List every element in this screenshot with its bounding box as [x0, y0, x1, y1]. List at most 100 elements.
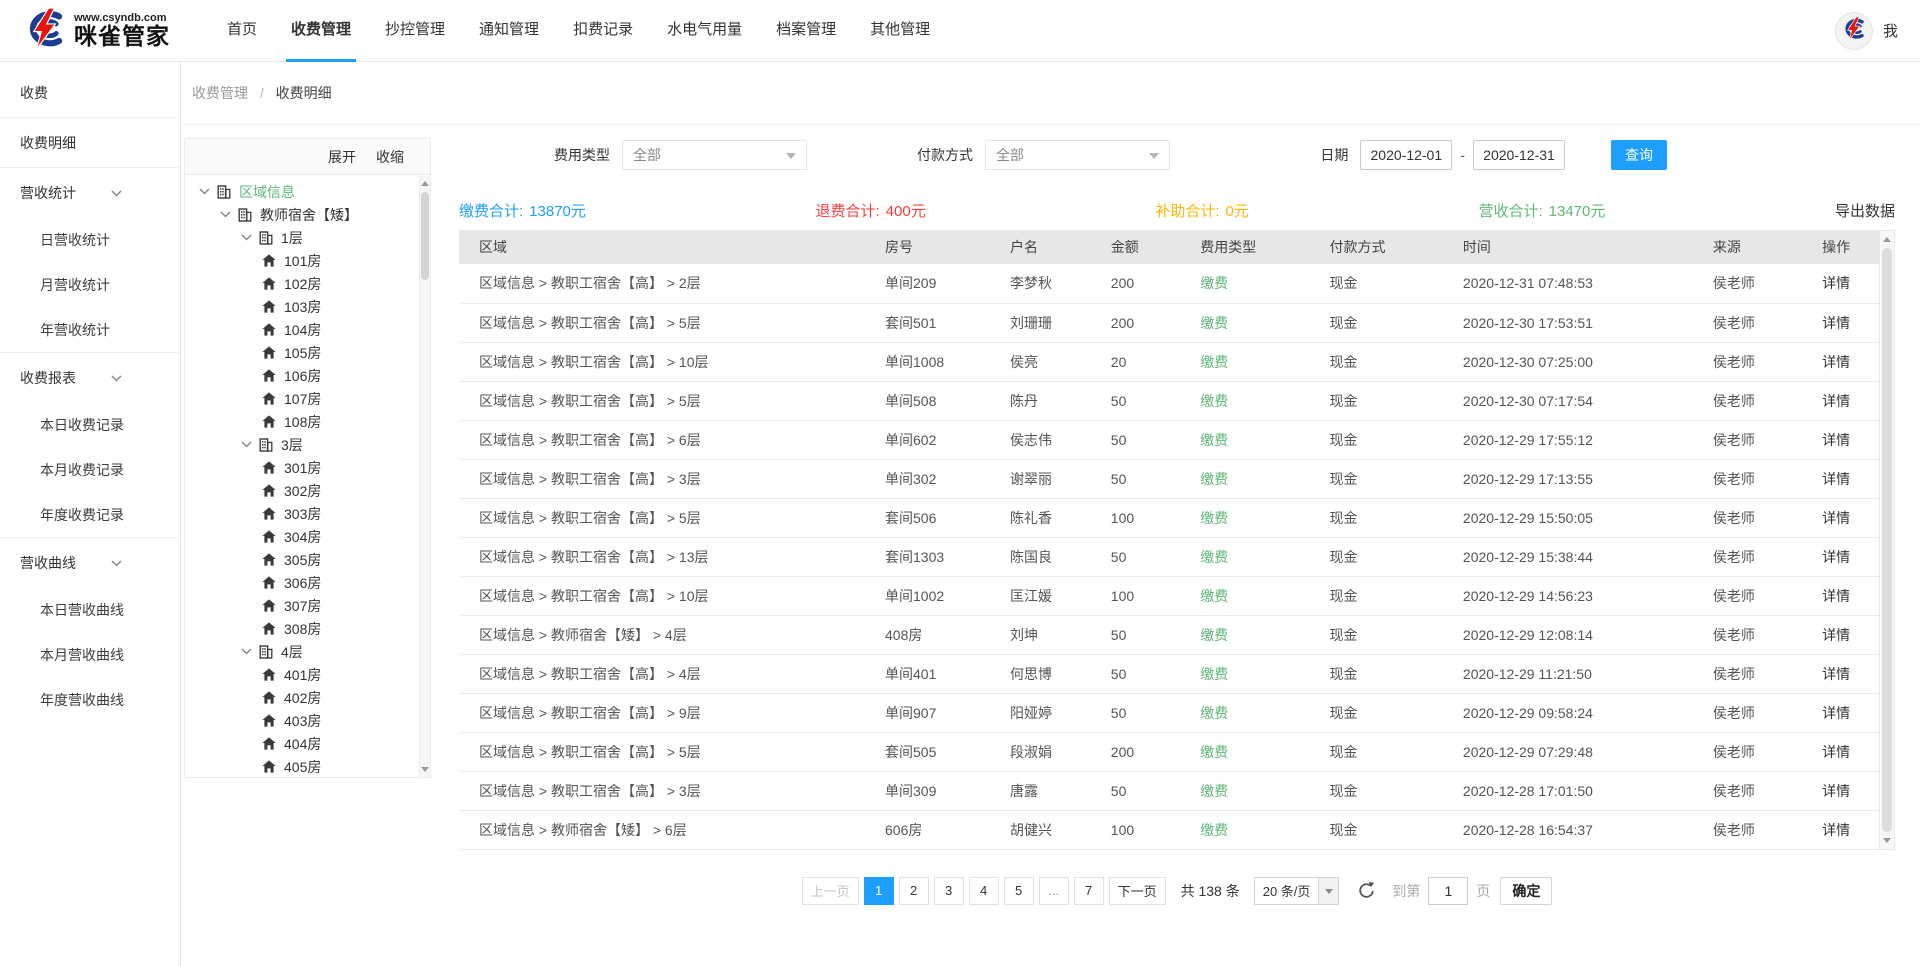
- page-button-4[interactable]: 4: [969, 877, 999, 905]
- refresh-icon[interactable]: [1357, 881, 1376, 900]
- sidebar-item-7[interactable]: 本日收费记录: [0, 403, 180, 448]
- sidebar-item-1[interactable]: 收费明细: [0, 118, 180, 168]
- tree-scrollbar[interactable]: [419, 176, 430, 777]
- tree-scroll-down-icon[interactable]: [420, 763, 430, 776]
- pay-type-select[interactable]: 全部: [985, 140, 1170, 170]
- nav-item-3[interactable]: 抄控管理: [368, 0, 462, 62]
- tree-node-403房[interactable]: 403房: [185, 709, 430, 732]
- tree-node-402房[interactable]: 402房: [185, 686, 430, 709]
- row-detail-link[interactable]: 详情: [1822, 771, 1879, 810]
- sidebar-item-9[interactable]: 年度收费记录: [0, 493, 180, 538]
- tree-node-307房[interactable]: 307房: [185, 594, 430, 617]
- tree-expand-arrow-icon[interactable]: [241, 441, 252, 448]
- table-scroll-thumb[interactable]: [1882, 248, 1892, 832]
- sidebar-item-13[interactable]: 年度营收曲线: [0, 678, 180, 723]
- nav-item-2[interactable]: 收费管理: [274, 0, 368, 62]
- tree-node-304房[interactable]: 304房: [185, 525, 430, 548]
- row-detail-link[interactable]: 详情: [1822, 732, 1879, 771]
- tree-expand-arrow-icon[interactable]: [220, 211, 231, 218]
- breadcrumb-parent[interactable]: 收费管理: [192, 85, 248, 101]
- table-scroll-down-icon[interactable]: [1880, 833, 1894, 848]
- tree-expand-arrow-icon[interactable]: [241, 648, 252, 655]
- tree-node-404房[interactable]: 404房: [185, 732, 430, 755]
- row-detail-link[interactable]: 详情: [1822, 693, 1879, 732]
- date-start-input[interactable]: [1360, 140, 1452, 170]
- user-menu[interactable]: 我: [1883, 20, 1898, 41]
- goto-page-input[interactable]: [1428, 877, 1468, 905]
- row-detail-link[interactable]: 详情: [1822, 381, 1879, 420]
- nav-item-7[interactable]: 档案管理: [759, 0, 853, 62]
- date-end-input[interactable]: [1473, 140, 1565, 170]
- tree-expand-button[interactable]: 展开: [328, 147, 356, 167]
- tree-collapse-button[interactable]: 收缩: [376, 147, 404, 167]
- search-button[interactable]: 查询: [1611, 140, 1667, 170]
- page-button-5[interactable]: 5: [1004, 877, 1034, 905]
- row-detail-link[interactable]: 详情: [1822, 342, 1879, 381]
- tree-node-3层[interactable]: 3层: [185, 433, 430, 456]
- page-button-...[interactable]: ...: [1039, 877, 1069, 905]
- nav-item-6[interactable]: 水电气用量: [650, 0, 759, 62]
- fee-type-select[interactable]: 全部: [622, 140, 807, 170]
- tree-node-108房[interactable]: 108房: [185, 410, 430, 433]
- row-detail-link[interactable]: 详情: [1822, 459, 1879, 498]
- tree-node-教师宿舍【矮】[interactable]: 教师宿舍【矮】: [185, 203, 430, 226]
- row-detail-link[interactable]: 详情: [1822, 654, 1879, 693]
- sidebar-group-2[interactable]: 营收统计: [0, 168, 180, 218]
- row-detail-link[interactable]: 详情: [1822, 810, 1879, 849]
- row-detail-link[interactable]: 详情: [1822, 537, 1879, 576]
- sidebar-item-3[interactable]: 日营收统计: [0, 218, 180, 263]
- nav-item-1[interactable]: 首页: [210, 0, 274, 62]
- tree-node-104房[interactable]: 104房: [185, 318, 430, 341]
- tree-node-4层[interactable]: 4层: [185, 640, 430, 663]
- user-avatar[interactable]: [1835, 12, 1873, 50]
- nav-item-5[interactable]: 扣费记录: [556, 0, 650, 62]
- tree-node-305房[interactable]: 305房: [185, 548, 430, 571]
- page-button-2[interactable]: 2: [899, 877, 929, 905]
- tree-node-102房[interactable]: 102房: [185, 272, 430, 295]
- sidebar-item-4[interactable]: 月营收统计: [0, 263, 180, 308]
- row-detail-link[interactable]: 详情: [1822, 576, 1879, 615]
- sidebar-group-6[interactable]: 收费报表: [0, 353, 180, 403]
- page-button-3[interactable]: 3: [934, 877, 964, 905]
- table-scrollbar[interactable]: [1879, 230, 1895, 850]
- tree-scroll-thumb[interactable]: [421, 192, 429, 280]
- tree-node-308房[interactable]: 308房: [185, 617, 430, 640]
- tree-scroll-up-icon[interactable]: [420, 177, 430, 190]
- table-scroll-up-icon[interactable]: [1880, 232, 1894, 247]
- row-detail-link[interactable]: 详情: [1822, 420, 1879, 459]
- tree-node-106房[interactable]: 106房: [185, 364, 430, 387]
- app-logo[interactable]: www.csyndb.com 咪雀管家: [22, 8, 170, 52]
- sidebar-group-10[interactable]: 营收曲线: [0, 538, 180, 588]
- prev-page-button[interactable]: 上一页: [802, 877, 859, 905]
- tree-node-306房[interactable]: 306房: [185, 571, 430, 594]
- tree-node-103房[interactable]: 103房: [185, 295, 430, 318]
- page-size-select[interactable]: 20 条/页: [1254, 877, 1340, 905]
- tree-node-105房[interactable]: 105房: [185, 341, 430, 364]
- tree-expand-arrow-icon[interactable]: [199, 188, 210, 195]
- tree-node-1层[interactable]: 1层: [185, 226, 430, 249]
- tree-node-405房[interactable]: 405房: [185, 755, 430, 777]
- row-detail-link[interactable]: 详情: [1822, 264, 1879, 303]
- sidebar-item-8[interactable]: 本月收费记录: [0, 448, 180, 493]
- tree-node-区域信息[interactable]: 区域信息: [185, 180, 430, 203]
- sidebar-item-11[interactable]: 本日营收曲线: [0, 588, 180, 633]
- tree-node-401房[interactable]: 401房: [185, 663, 430, 686]
- tree-node-301房[interactable]: 301房: [185, 456, 430, 479]
- confirm-button[interactable]: 确定: [1500, 877, 1552, 905]
- tree-node-101房[interactable]: 101房: [185, 249, 430, 272]
- next-page-button[interactable]: 下一页: [1109, 877, 1166, 905]
- sidebar-item-5[interactable]: 年营收统计: [0, 308, 180, 353]
- tree-node-303房[interactable]: 303房: [185, 502, 430, 525]
- row-detail-link[interactable]: 详情: [1822, 303, 1879, 342]
- sidebar-item-0[interactable]: 收费: [0, 68, 180, 118]
- export-data-button[interactable]: 导出数据: [1835, 200, 1895, 221]
- row-detail-link[interactable]: 详情: [1822, 615, 1879, 654]
- page-button-7[interactable]: 7: [1074, 877, 1104, 905]
- page-button-1[interactable]: 1: [864, 877, 894, 905]
- tree-expand-arrow-icon[interactable]: [241, 234, 252, 241]
- tree-node-302房[interactable]: 302房: [185, 479, 430, 502]
- row-detail-link[interactable]: 详情: [1822, 498, 1879, 537]
- tree-node-107房[interactable]: 107房: [185, 387, 430, 410]
- nav-item-8[interactable]: 其他管理: [853, 0, 947, 62]
- sidebar-item-12[interactable]: 本月营收曲线: [0, 633, 180, 678]
